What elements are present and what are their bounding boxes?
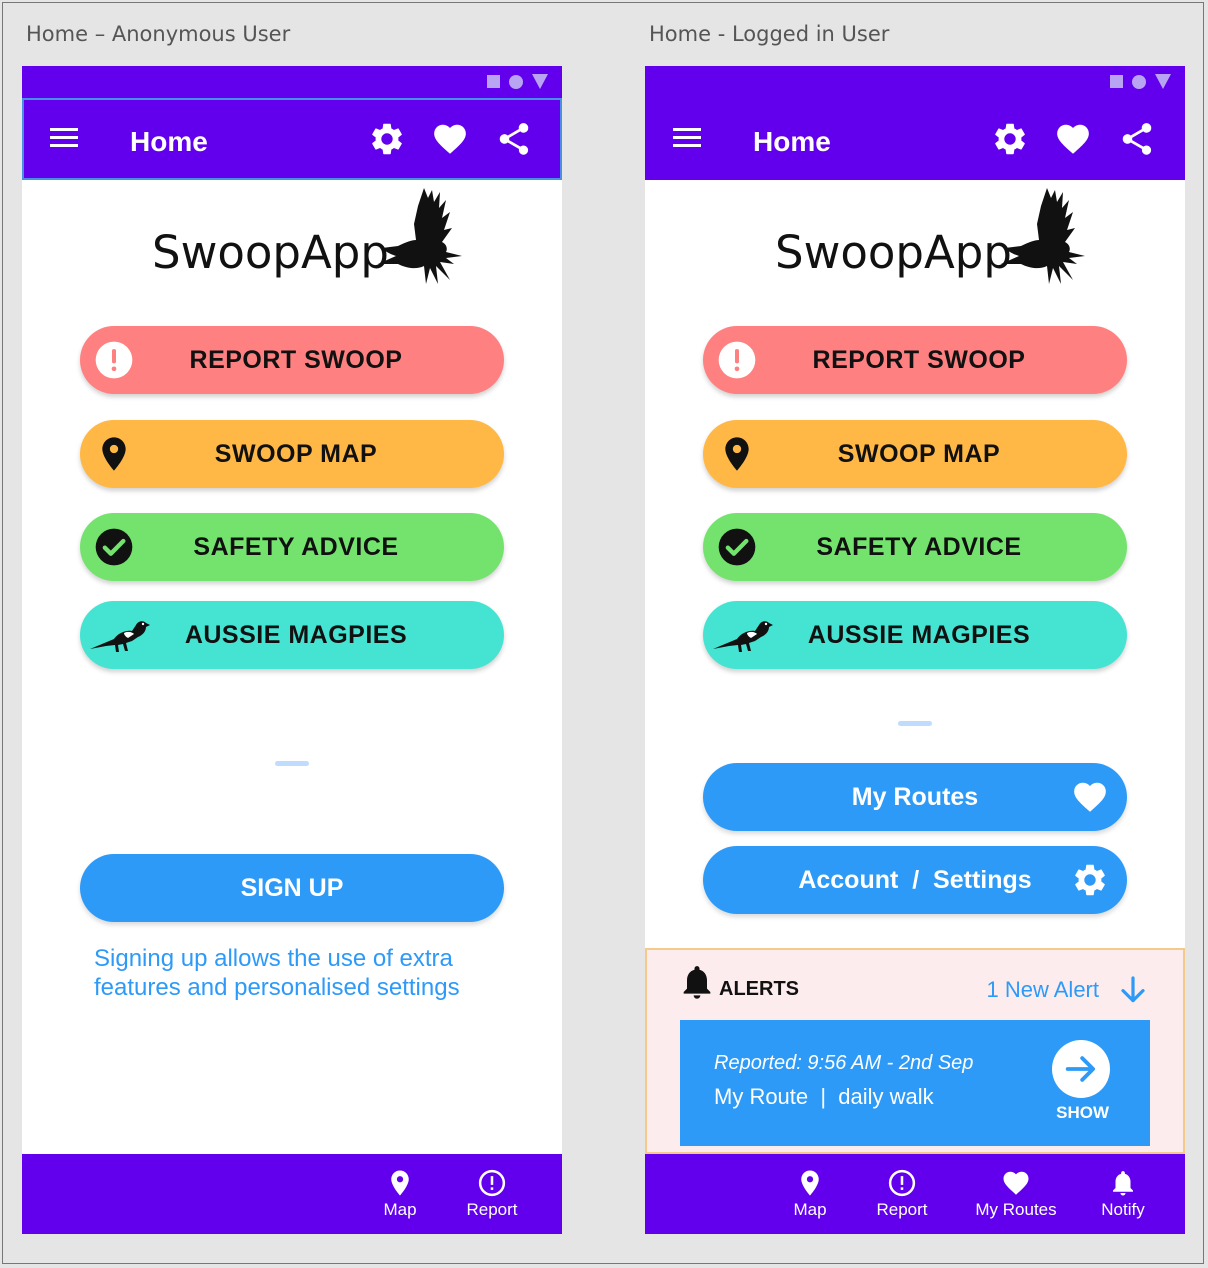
bell-alert-icon <box>677 962 717 1002</box>
sign-up-label: SIGN UP <box>240 874 344 902</box>
report-swoop-button[interactable]: REPORT SWOOP <box>703 326 1127 394</box>
bottom-nav: Map Report My Routes Notify <box>645 1154 1185 1234</box>
app-bar: Home <box>22 98 562 180</box>
app-bar: Home <box>645 98 1185 180</box>
report-swoop-button[interactable]: REPORT SWOOP <box>80 326 504 394</box>
favorites-heart-icon[interactable] <box>431 120 469 158</box>
aussie-magpies-label: AUSSIE MAGPIES <box>184 621 408 649</box>
nav-label-report: Report <box>876 1200 928 1219</box>
safety-advice-label: SAFETY ADVICE <box>816 533 1022 561</box>
status-triangle-icon <box>1155 74 1171 89</box>
safety-advice-label: SAFETY ADVICE <box>193 533 399 561</box>
map-pin-icon <box>385 1168 415 1198</box>
heart-icon <box>1071 778 1109 816</box>
account-settings-button[interactable]: Account / Settings <box>703 846 1127 914</box>
bell-icon <box>1108 1168 1138 1198</box>
my-routes-label: My Routes <box>851 783 979 811</box>
artboard-label-logged-in: Home - Logged in User <box>649 22 890 46</box>
status-square-icon <box>1110 75 1123 88</box>
artboard-label-anonymous: Home – Anonymous User <box>26 22 291 46</box>
app-logo-text: SwoopApp <box>152 226 389 279</box>
menu-icon[interactable] <box>673 128 701 148</box>
alert-card[interactable]: Reported: 9:56 AM - 2nd Sep My Route | d… <box>680 1020 1150 1146</box>
map-pin-icon <box>795 1168 825 1198</box>
nav-item-my-routes[interactable]: My Routes <box>961 1168 1071 1220</box>
status-dot-icon <box>509 74 523 89</box>
nav-item-map[interactable]: Map <box>355 1168 445 1220</box>
bottom-nav: Map Report <box>22 1154 562 1234</box>
arrow-right-circle-icon[interactable] <box>1052 1040 1110 1098</box>
page-title: Home <box>753 126 831 157</box>
sign-up-button[interactable]: SIGN UP <box>80 854 504 922</box>
nav-item-report[interactable]: Report <box>447 1168 537 1220</box>
settings-icon[interactable] <box>991 120 1029 158</box>
show-alert-button[interactable]: SHOW <box>1056 1103 1109 1123</box>
alert-reported-time: Reported: 9:56 AM - 2nd Sep <box>714 1052 974 1074</box>
phone-screen-anonymous: Home SwoopApp REPORT SWOOP SWOOP MAP SAF… <box>22 66 562 1234</box>
new-alert-count[interactable]: 1 New Alert <box>987 977 1100 1003</box>
alert-route-name: My Route | daily walk <box>714 1084 934 1109</box>
safety-advice-button[interactable]: SAFETY ADVICE <box>703 513 1127 581</box>
nav-label-my-routes: My Routes <box>975 1200 1057 1219</box>
nav-label-notify: Notify <box>1101 1200 1145 1219</box>
nav-label-map: Map <box>793 1200 827 1219</box>
scroll-handle[interactable] <box>275 761 309 766</box>
aussie-magpies-button[interactable]: AUSSIE MAGPIES <box>80 601 504 669</box>
settings-icon <box>1071 861 1109 899</box>
status-bar <box>645 66 1185 98</box>
alerts-panel: ALERTS 1 New Alert Reported: 9:56 AM - 2… <box>645 948 1185 1154</box>
sign-up-info-text: Signing up allows the use of extra featu… <box>94 945 460 1001</box>
safety-advice-button[interactable]: SAFETY ADVICE <box>80 513 504 581</box>
swoop-map-button[interactable]: SWOOP MAP <box>703 420 1127 488</box>
favorites-heart-icon[interactable] <box>1054 120 1092 158</box>
alert-circle-icon <box>887 1168 917 1198</box>
aussie-magpies-label: AUSSIE MAGPIES <box>807 621 1031 649</box>
settings-icon[interactable] <box>368 120 406 158</box>
nav-label-map: Map <box>383 1200 417 1219</box>
nav-label-report: Report <box>466 1200 518 1219</box>
nav-item-map[interactable]: Map <box>765 1168 855 1220</box>
my-routes-button[interactable]: My Routes <box>703 763 1127 831</box>
crow-icon <box>376 184 468 300</box>
share-icon[interactable] <box>1118 120 1156 158</box>
swoop-map-label: SWOOP MAP <box>837 440 1001 468</box>
swoop-map-label: SWOOP MAP <box>214 440 378 468</box>
crow-icon <box>999 184 1091 300</box>
report-swoop-label: REPORT SWOOP <box>812 346 1026 374</box>
report-swoop-label: REPORT SWOOP <box>189 346 403 374</box>
status-dot-icon <box>1132 74 1146 89</box>
page-title: Home <box>130 126 208 157</box>
status-bar <box>22 66 562 98</box>
app-logo-text: SwoopApp <box>775 226 1012 279</box>
scroll-handle[interactable] <box>898 721 932 726</box>
nav-item-notify[interactable]: Notify <box>1078 1168 1168 1220</box>
nav-item-report[interactable]: Report <box>857 1168 947 1220</box>
aussie-magpies-button[interactable]: AUSSIE MAGPIES <box>703 601 1127 669</box>
share-icon[interactable] <box>495 120 533 158</box>
arrow-down-icon[interactable] <box>1117 974 1149 1006</box>
menu-icon[interactable] <box>50 128 78 148</box>
status-icons <box>1110 74 1171 89</box>
phone-screen-logged-in: Home SwoopApp REPORT SWOOP SWOOP MAP SAF… <box>645 66 1185 1234</box>
alerts-title: ALERTS <box>719 978 799 1000</box>
swoop-map-button[interactable]: SWOOP MAP <box>80 420 504 488</box>
status-square-icon <box>487 75 500 88</box>
status-icons <box>487 74 548 89</box>
status-triangle-icon <box>532 74 548 89</box>
heart-icon <box>1001 1168 1031 1198</box>
alert-circle-icon <box>477 1168 507 1198</box>
account-settings-label: Account / Settings <box>798 866 1032 894</box>
